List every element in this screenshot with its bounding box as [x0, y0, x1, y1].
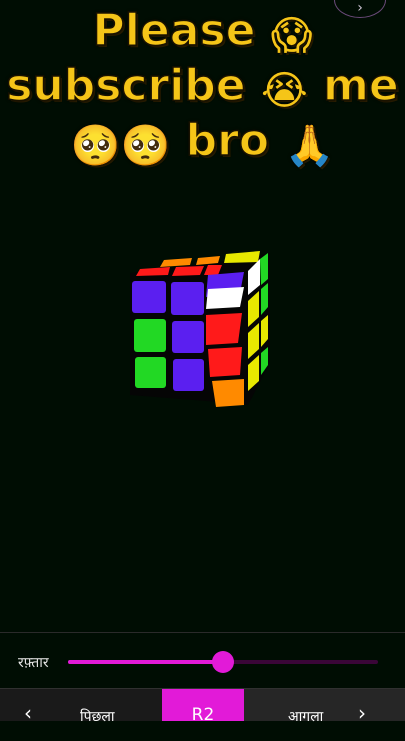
speed-slider-thumb[interactable] [212, 651, 234, 673]
front-sticker [173, 359, 204, 391]
front-sticker [206, 287, 244, 309]
top-sticker [224, 251, 260, 263]
speed-slider-fill [68, 660, 223, 664]
next-move-button[interactable] [244, 689, 405, 721]
pleading-emoji-icon: 🥺🥺 [70, 123, 171, 169]
front-sticker [212, 379, 244, 407]
front-sticker [132, 281, 166, 313]
subscribe-overlay-text: Please 😱 subscribe 😭 me 🥺🥺 bro 🙏 [0, 5, 405, 171]
front-sticker [172, 321, 204, 353]
front-sticker [171, 282, 204, 315]
chevron-left-icon[interactable]: ‹ [24, 701, 32, 733]
chevron-right-icon[interactable]: › [358, 701, 366, 733]
top-sticker [172, 266, 204, 276]
overlay-word-please: Please [92, 5, 256, 57]
front-sticker [135, 357, 166, 388]
overlay-word-bro: bro [185, 115, 270, 167]
overlay-word-subscribe: subscribe [5, 60, 246, 112]
front-sticker [134, 319, 166, 352]
next-move-label[interactable]: आगला [288, 707, 323, 739]
speed-control: रफ़्तार [0, 632, 405, 689]
top-sticker [136, 267, 170, 276]
move-navigation-bar: ‹ पिछला R2 आगला › [0, 688, 405, 725]
speed-label: रफ़्तार [18, 655, 49, 671]
crying-emoji-icon: 😭 [260, 68, 308, 114]
speed-slider[interactable] [68, 651, 378, 673]
scream-emoji-icon: 😱 [270, 13, 313, 59]
front-sticker [208, 347, 242, 377]
cube-graphic [130, 251, 270, 407]
overlay-line-2: subscribe 😭 me [0, 60, 405, 116]
top-sticker [160, 258, 192, 267]
folded-hands-emoji-icon: 🙏 [284, 123, 335, 169]
current-move-label: R2 [162, 689, 244, 725]
front-sticker [206, 313, 242, 345]
previous-move-button[interactable]: पिछला [80, 707, 115, 739]
overlay-word-me: me [322, 60, 399, 112]
overlay-line-1: Please 😱 [0, 5, 405, 61]
overlay-line-3: 🥺🥺 bro 🙏 [0, 115, 405, 171]
rubiks-cube-3d[interactable] [120, 245, 280, 415]
